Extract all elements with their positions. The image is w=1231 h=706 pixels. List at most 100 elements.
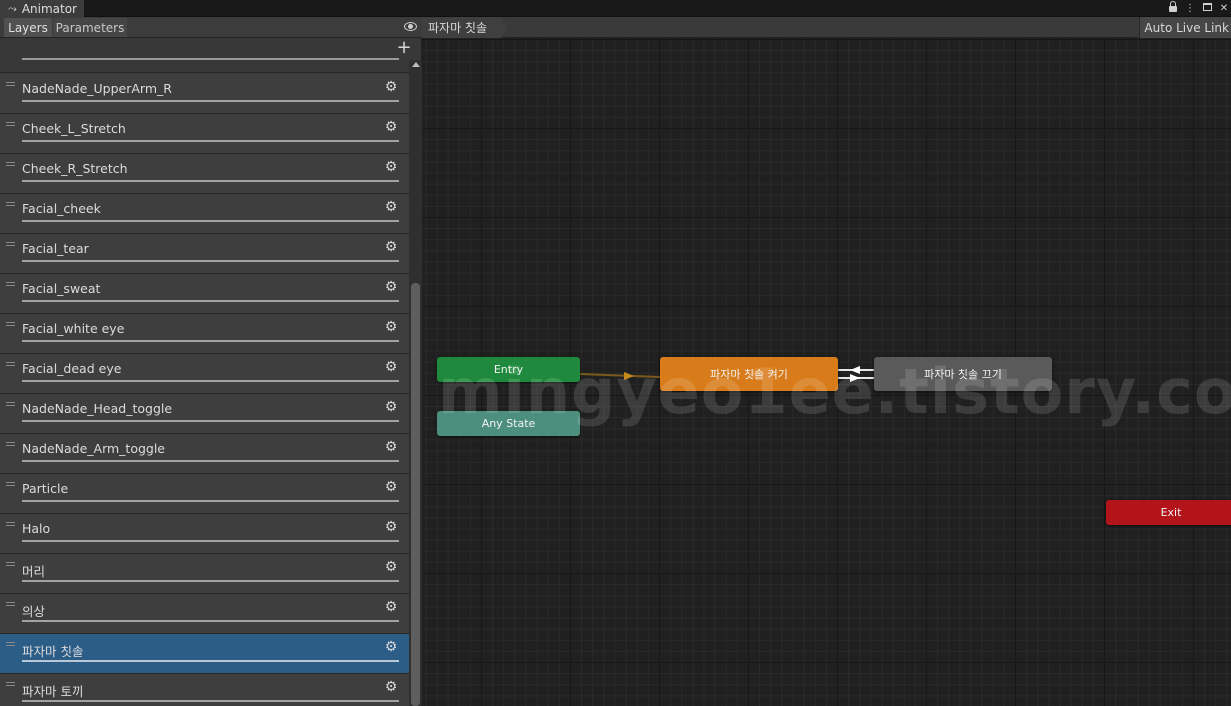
layer-name: 머리 bbox=[22, 564, 46, 579]
layer-name: Cheek_L_Stretch bbox=[22, 121, 126, 136]
gear-icon[interactable]: ⚙ bbox=[384, 480, 398, 494]
window-controls: ⋮ ✕ bbox=[1168, 0, 1229, 17]
layer-name: 파자마 토끼 bbox=[22, 684, 84, 699]
gear-icon[interactable]: ⚙ bbox=[384, 560, 398, 574]
tab-parameters[interactable]: Parameters bbox=[53, 18, 127, 37]
gear-icon[interactable]: ⚙ bbox=[384, 440, 398, 454]
watermark: mingyeo1ee.tistory.com bbox=[438, 355, 1231, 428]
layer-name: Particle bbox=[22, 481, 69, 496]
scroll-thumb[interactable] bbox=[411, 283, 420, 706]
layer-name: Facial_cheek bbox=[22, 201, 101, 216]
gear-icon[interactable]: ⚙ bbox=[384, 680, 398, 694]
layer-weight-bar bbox=[22, 420, 399, 422]
window-tab-bar: ⤳ Animator ⋮ ✕ bbox=[0, 0, 1231, 17]
drag-handle-icon[interactable] bbox=[6, 282, 15, 286]
layer-weight-bar bbox=[22, 620, 399, 622]
drag-handle-icon[interactable] bbox=[6, 122, 15, 126]
layers-panel: Layers Parameters + NadeNade_UpperArm_R ⚙… bbox=[0, 17, 422, 706]
drag-handle-icon[interactable] bbox=[6, 322, 15, 326]
layer-item[interactable]: Facial_sweat ⚙ bbox=[0, 274, 409, 314]
layer-weight-bar bbox=[22, 100, 399, 102]
more-options-icon[interactable]: ⋮ bbox=[1185, 3, 1195, 14]
drag-handle-icon[interactable] bbox=[6, 442, 15, 446]
layer-weight-bar bbox=[22, 540, 399, 542]
gear-icon[interactable]: ⚙ bbox=[384, 600, 398, 614]
animator-window-tab[interactable]: ⤳ Animator bbox=[0, 0, 84, 17]
layer-item[interactable]: Facial_tear ⚙ bbox=[0, 234, 409, 274]
layer-item[interactable]: 의상 ⚙ bbox=[0, 594, 409, 634]
maximize-icon[interactable] bbox=[1202, 3, 1212, 14]
layer-weight-bar bbox=[22, 340, 399, 342]
layer-list: NadeNade_UpperArm_R ⚙ Cheek_L_Stretch ⚙ Chee… bbox=[0, 74, 409, 706]
layer-item[interactable]: 파자마 칫솔 ⚙ bbox=[0, 634, 409, 674]
drag-handle-icon[interactable] bbox=[6, 642, 15, 646]
gear-icon[interactable]: ⚙ bbox=[384, 240, 398, 254]
layer-name: Facial_tear bbox=[22, 241, 89, 256]
drag-handle-icon[interactable] bbox=[6, 482, 15, 486]
layer-item[interactable]: Cheek_R_Stretch ⚙ bbox=[0, 154, 409, 194]
layer-name: Halo bbox=[22, 521, 51, 536]
state-machine-graph[interactable]: 파자마 칫솔 Auto Live Link Entry Any State 파자… bbox=[422, 17, 1231, 706]
gear-icon[interactable]: ⚙ bbox=[384, 320, 398, 334]
exit-node[interactable]: Exit bbox=[1106, 500, 1231, 525]
layer-item[interactable]: NadeNade_Head_toggle ⚙ bbox=[0, 394, 409, 434]
drag-handle-icon[interactable] bbox=[6, 162, 15, 166]
layer-name: Facial_white eye bbox=[22, 321, 125, 336]
gear-icon[interactable]: ⚙ bbox=[384, 80, 398, 94]
layer-item[interactable]: NadeNade_UpperArm_R ⚙ bbox=[0, 74, 409, 114]
layer-list-scrollbar[interactable] bbox=[409, 60, 422, 706]
layer-name: Facial_sweat bbox=[22, 281, 101, 296]
drag-handle-icon[interactable] bbox=[6, 362, 15, 366]
layer-name: Cheek_R_Stretch bbox=[22, 161, 128, 176]
close-icon[interactable]: ✕ bbox=[1219, 3, 1229, 14]
layer-weight-bar bbox=[22, 300, 399, 302]
layer-name: NadeNade_UpperArm_R bbox=[22, 81, 172, 96]
drag-handle-icon[interactable] bbox=[6, 522, 15, 526]
layer-weight-bar bbox=[22, 700, 399, 702]
lock-icon[interactable] bbox=[1168, 1, 1178, 15]
layer-item[interactable]: Particle ⚙ bbox=[0, 474, 409, 514]
gear-icon[interactable]: ⚙ bbox=[384, 520, 398, 534]
layer-item[interactable]: NadeNade_Arm_toggle ⚙ bbox=[0, 434, 409, 474]
layer-name: 의상 bbox=[22, 604, 46, 619]
layer-item[interactable]: Facial_white eye ⚙ bbox=[0, 314, 409, 354]
layer-weight-bar bbox=[22, 140, 399, 142]
layer-weight-bar bbox=[22, 580, 399, 582]
layer-item[interactable]: Facial_dead eye ⚙ bbox=[0, 354, 409, 394]
drag-handle-icon[interactable] bbox=[6, 682, 15, 686]
layer-weight-bar bbox=[22, 220, 399, 222]
gear-icon[interactable]: ⚙ bbox=[384, 280, 398, 294]
partial-layer-weight bbox=[22, 58, 399, 60]
scroll-up-arrow-icon[interactable] bbox=[412, 62, 420, 67]
layer-name: NadeNade_Head_toggle bbox=[22, 401, 173, 416]
drag-handle-icon[interactable] bbox=[6, 402, 15, 406]
add-layer-button[interactable]: + bbox=[396, 39, 412, 57]
drag-handle-icon[interactable] bbox=[6, 82, 15, 86]
drag-handle-icon[interactable] bbox=[6, 202, 15, 206]
add-layer-row: + bbox=[0, 38, 422, 60]
layer-name: 파자마 칫솔 bbox=[22, 644, 84, 659]
gear-icon[interactable]: ⚙ bbox=[384, 400, 398, 414]
layer-item[interactable]: Facial_cheek ⚙ bbox=[0, 194, 409, 234]
layer-item[interactable]: 머리 ⚙ bbox=[0, 554, 409, 594]
divider bbox=[0, 72, 409, 73]
eye-icon[interactable] bbox=[404, 22, 417, 31]
drag-handle-icon[interactable] bbox=[6, 562, 15, 566]
gear-icon[interactable]: ⚙ bbox=[384, 200, 398, 214]
gear-icon[interactable]: ⚙ bbox=[384, 160, 398, 174]
layer-weight-bar bbox=[22, 500, 399, 502]
layer-weight-bar bbox=[22, 380, 399, 382]
gear-icon[interactable]: ⚙ bbox=[384, 360, 398, 374]
layer-weight-bar bbox=[22, 260, 399, 262]
drag-handle-icon[interactable] bbox=[6, 242, 15, 246]
layer-item[interactable]: 파자마 토끼 ⚙ bbox=[0, 674, 409, 706]
tab-layers[interactable]: Layers bbox=[4, 18, 52, 37]
layer-weight-bar bbox=[22, 660, 399, 662]
layer-item[interactable]: Cheek_L_Stretch ⚙ bbox=[0, 114, 409, 154]
gear-icon[interactable]: ⚙ bbox=[384, 120, 398, 134]
window-tab-title: Animator bbox=[21, 1, 77, 16]
layer-item[interactable]: Halo ⚙ bbox=[0, 514, 409, 554]
gear-icon[interactable]: ⚙ bbox=[384, 640, 398, 654]
drag-handle-icon[interactable] bbox=[6, 602, 15, 606]
layer-weight-bar bbox=[22, 180, 399, 182]
